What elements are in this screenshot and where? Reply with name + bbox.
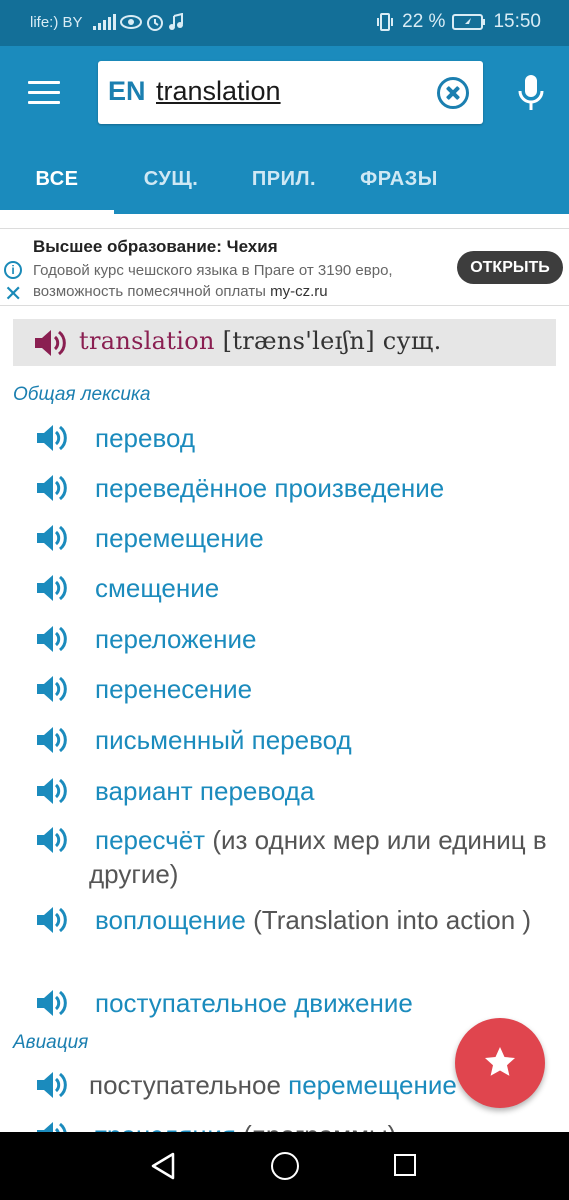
speaker-icon[interactable] xyxy=(35,905,67,935)
carrier-label: life:) BY xyxy=(30,13,83,31)
speaker-icon[interactable] xyxy=(35,825,67,855)
entry-text: воплощение (Translation into action ) xyxy=(89,903,559,937)
signal-icon xyxy=(92,14,116,30)
part-of-speech: сущ. xyxy=(382,327,442,355)
ad-text: Годовой курс чешского языка в Праге от 3… xyxy=(33,260,453,302)
info-icon[interactable]: i xyxy=(4,261,22,279)
ad-title: Высшее образование: Чехия xyxy=(33,237,278,256)
battery-saver-icon xyxy=(452,14,486,30)
language-selector[interactable]: EN xyxy=(108,76,146,107)
ad-open-button[interactable]: ОТКРЫТЬ xyxy=(457,251,563,284)
translation-link[interactable]: переведённое произведение xyxy=(95,473,444,503)
transcription: [træns'leɪʃn] xyxy=(222,327,375,355)
translation-link[interactable]: вариант перевода xyxy=(95,776,314,806)
search-input[interactable] xyxy=(156,76,426,107)
entry-note: (Translation into action ) xyxy=(245,905,532,935)
headword: translation xyxy=(79,327,215,355)
section-label-general: Общая лексика xyxy=(13,384,151,405)
clock: 15:50 xyxy=(493,11,541,32)
speaker-icon[interactable] xyxy=(35,573,67,603)
speaker-icon[interactable] xyxy=(35,674,67,704)
translation-link[interactable]: воплощение xyxy=(95,905,246,935)
speaker-icon[interactable] xyxy=(35,988,67,1018)
entry-prefix: поступательное xyxy=(89,1070,289,1100)
entry-text: пересчёт (из одних мер или единиц в друг… xyxy=(89,823,559,891)
status-left: life:) BY xyxy=(30,13,184,31)
tab-nouns[interactable]: СУЩ. xyxy=(114,150,228,214)
translation-link[interactable]: поступательное движение xyxy=(95,988,413,1018)
alarm-icon xyxy=(146,15,163,31)
translation-link[interactable]: письменный перевод xyxy=(95,725,352,755)
speaker-icon[interactable] xyxy=(35,725,67,755)
star-icon xyxy=(485,1047,515,1076)
eye-icon xyxy=(119,15,142,29)
vibrate-icon xyxy=(377,13,394,31)
entry-text: переведённое произведение xyxy=(89,471,559,505)
headword-bar: translation [træns'leɪʃn] сущ. xyxy=(13,319,556,366)
speaker-icon[interactable] xyxy=(35,423,67,453)
status-bar: life:) BY 22 % 15:50 xyxy=(0,0,569,46)
translation-link[interactable]: переложение xyxy=(95,624,256,654)
battery-percent: 22 % xyxy=(402,11,446,32)
speaker-icon[interactable] xyxy=(35,776,67,806)
back-icon[interactable] xyxy=(150,1152,176,1180)
ad-banner[interactable]: i ✕ Высшее образование: Чехия Годовой ку… xyxy=(0,228,569,306)
translation-link[interactable]: перемещение xyxy=(288,1070,457,1100)
search-box[interactable]: EN xyxy=(98,61,483,124)
menu-button[interactable] xyxy=(28,81,60,105)
favorite-button[interactable] xyxy=(455,1018,545,1108)
speaker-icon[interactable] xyxy=(33,328,67,358)
translation-link[interactable]: перемещение xyxy=(95,523,264,553)
section-label-aviation: Авиация xyxy=(13,1032,89,1053)
entry-text: поступательное движение xyxy=(89,986,559,1020)
status-right: 22 % 15:50 xyxy=(375,11,541,33)
menu-icon-bar xyxy=(28,91,60,94)
entry-text: вариант перевода xyxy=(89,774,559,808)
translation-link[interactable]: перенесение xyxy=(95,674,252,704)
music-icon xyxy=(168,13,183,30)
translation-link[interactable]: пересчёт xyxy=(95,825,205,855)
mic-icon[interactable] xyxy=(516,74,546,112)
home-icon[interactable] xyxy=(271,1152,299,1180)
recent-apps-icon[interactable] xyxy=(394,1154,416,1176)
translation-link[interactable]: смещение xyxy=(95,573,219,603)
tab-adjectives[interactable]: ПРИЛ. xyxy=(228,150,340,214)
menu-icon xyxy=(28,81,60,84)
entry-text: перенесение xyxy=(89,672,559,706)
menu-icon-bar xyxy=(28,101,60,104)
entry-text: письменный перевод xyxy=(89,723,559,757)
entry-text: переложение xyxy=(89,622,559,656)
speaker-icon[interactable] xyxy=(35,473,67,503)
entry-text: перевод xyxy=(89,421,559,455)
speaker-icon[interactable] xyxy=(35,523,67,553)
speaker-icon[interactable] xyxy=(35,1070,67,1100)
close-icon[interactable]: ✕ xyxy=(4,283,22,305)
tab-all[interactable]: ВСЕ xyxy=(0,150,114,214)
app-bar: EN ВСЕ СУЩ. ПРИЛ. ФРАЗЫ xyxy=(0,46,569,214)
tab-bar: ВСЕ СУЩ. ПРИЛ. ФРАЗЫ xyxy=(0,150,569,214)
entry-text: смещение xyxy=(89,571,559,605)
tab-phrases[interactable]: ФРАЗЫ xyxy=(340,150,458,214)
speaker-icon[interactable] xyxy=(35,624,67,654)
entry-text: перемещение xyxy=(89,521,559,555)
ad-description: Годовой курс чешского языка в Праге от 3… xyxy=(33,262,393,300)
navigation-bar xyxy=(0,1132,569,1200)
clear-icon[interactable] xyxy=(437,77,469,109)
translation-link[interactable]: перевод xyxy=(95,423,195,453)
headword-text: translation [træns'leɪʃn] сущ. xyxy=(79,327,442,355)
ad-site: my-cz.ru xyxy=(270,283,328,300)
